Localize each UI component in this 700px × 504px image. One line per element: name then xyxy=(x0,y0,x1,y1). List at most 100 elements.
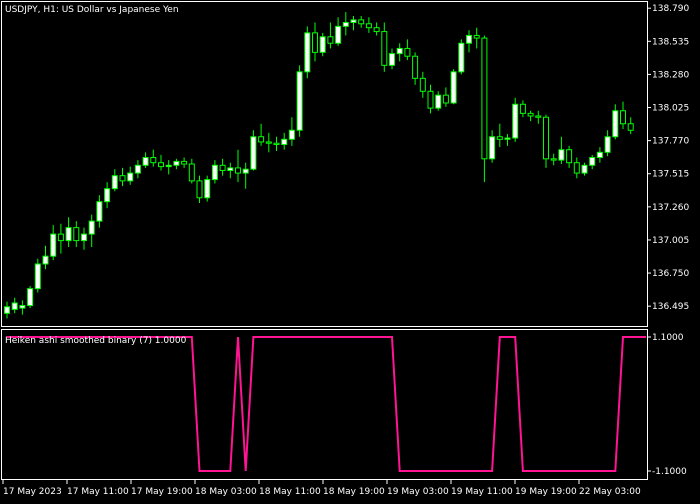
candle-body-bull xyxy=(342,21,349,27)
candle-body-bear xyxy=(412,55,419,79)
indicator-tick-label: 1.1000 xyxy=(652,333,684,343)
candle-body-bear xyxy=(235,167,241,174)
candle-body-bear xyxy=(427,90,434,109)
candle-body-bear xyxy=(265,141,272,144)
candle-body-bull xyxy=(204,179,211,199)
candle-body-bull xyxy=(50,233,57,257)
candle-body-bull xyxy=(466,34,472,44)
candle-body-bull xyxy=(304,32,311,73)
candle-body-bear xyxy=(188,163,195,182)
candle-body-bear xyxy=(519,103,526,114)
candle-body-bull xyxy=(288,129,295,140)
candle-body-bull xyxy=(19,305,26,309)
price-tick-label: 136.495 xyxy=(652,302,689,312)
candle-body-bear xyxy=(481,37,488,160)
time-tick-label: 17 May 11:00 xyxy=(67,487,129,497)
candle-body-bear xyxy=(373,27,380,33)
candle-body-bull xyxy=(512,103,519,139)
candle-body-bear xyxy=(327,36,334,44)
candle-body-bull xyxy=(104,188,111,203)
candle-body-bear xyxy=(543,116,549,160)
candle-body-bull xyxy=(396,47,403,55)
candle xyxy=(296,65,303,137)
candle-body-bull xyxy=(96,201,103,222)
chart-window: 138.790 138.535 138.280 138.025 137.770 137.5… xyxy=(0,0,700,500)
candle xyxy=(304,26,311,79)
candle-body-bear xyxy=(442,94,449,104)
candle-body-bull xyxy=(581,164,588,174)
candle-body-bear xyxy=(535,115,542,118)
candle-body-bull xyxy=(389,53,395,66)
indicator-tick-label: -1.1000 xyxy=(652,467,687,477)
candle-body-bull xyxy=(242,168,249,174)
candle-body-bull xyxy=(558,149,565,161)
candle-body-bear xyxy=(73,227,80,242)
price-tick-label: 138.280 xyxy=(652,70,689,80)
time-tick-label: 19 May 03:00 xyxy=(387,487,449,497)
candle xyxy=(204,175,211,202)
candle-body-bear xyxy=(158,162,164,168)
candle-body-bull xyxy=(504,137,511,140)
time-tick-label: 18 May 19:00 xyxy=(323,487,385,497)
price-tick-label: 137.005 xyxy=(652,236,689,246)
candle-body-bull xyxy=(612,110,619,138)
candle xyxy=(250,130,257,171)
candle xyxy=(319,32,326,57)
time-tick-label: 18 May 03:00 xyxy=(195,487,257,497)
price-tick-label: 138.790 xyxy=(652,4,689,14)
time-tick-label: 17 May 2023 xyxy=(3,487,62,497)
time-tick-label: 19 May 19:00 xyxy=(515,487,577,497)
candle-body-bear xyxy=(473,34,480,39)
candle-body-bear xyxy=(181,160,188,165)
candle-body-bear xyxy=(496,136,503,140)
candle-body-bear xyxy=(273,142,280,146)
price-tick-label: 137.515 xyxy=(652,170,689,180)
candle xyxy=(450,69,457,105)
candle-body-bear xyxy=(119,175,126,182)
candle-body-bull xyxy=(27,288,34,307)
candle-body-bull xyxy=(335,25,342,44)
chart-background xyxy=(0,0,700,500)
candle-body-bull xyxy=(42,255,49,265)
candle-body-bear xyxy=(381,31,388,66)
candle-body-bull xyxy=(81,233,87,242)
candle-body-bear xyxy=(196,180,203,199)
candle-body-bull xyxy=(589,157,596,166)
price-tick-label: 138.025 xyxy=(652,104,689,114)
candle-body-bull xyxy=(142,157,149,166)
candle-body-bull xyxy=(281,138,288,146)
candle-body-bull xyxy=(319,36,326,53)
time-tick-label: 18 May 11:00 xyxy=(259,487,321,497)
candle-body-bear xyxy=(312,32,318,53)
candle-body-bull xyxy=(489,136,496,160)
price-tick-label: 136.750 xyxy=(652,269,689,279)
candle-body-bear xyxy=(627,123,634,131)
candle-body-bear xyxy=(258,136,265,143)
candle-body-bull xyxy=(350,19,357,23)
candle-body-bear xyxy=(57,233,64,242)
price-tick-label: 137.260 xyxy=(652,203,689,213)
candle-body-bull xyxy=(296,71,303,131)
time-tick-label: 17 May 19:00 xyxy=(131,487,193,497)
candle-body-bear xyxy=(404,47,411,57)
candle-body-bear xyxy=(620,110,626,125)
candle-body-bull xyxy=(250,136,257,170)
candle-body-bear xyxy=(219,164,226,171)
symbol-label: USDJPY, H1: US Dollar vs Japanese Yen xyxy=(5,5,179,15)
time-tick-label: 19 May 11:00 xyxy=(451,487,513,497)
candle-body-bull xyxy=(4,306,10,314)
chart-svg: 138.790 138.535 138.280 138.025 137.770 137.5… xyxy=(0,0,700,500)
candle-body-bear xyxy=(419,77,426,92)
candle xyxy=(34,258,41,293)
candle-body-bull xyxy=(458,42,465,73)
time-tick-label: 22 May 03:00 xyxy=(579,487,641,497)
candle-body-bull xyxy=(127,172,134,182)
candle-body-bull xyxy=(450,71,457,104)
candle-body-bull xyxy=(111,175,118,190)
candle-body-bear xyxy=(527,112,534,117)
candle-body-bull xyxy=(596,151,603,159)
candle-body-bull xyxy=(173,160,180,166)
candle-body-bear xyxy=(365,23,372,29)
candle-body-bear xyxy=(566,149,573,164)
price-tick-label: 138.535 xyxy=(652,37,689,47)
